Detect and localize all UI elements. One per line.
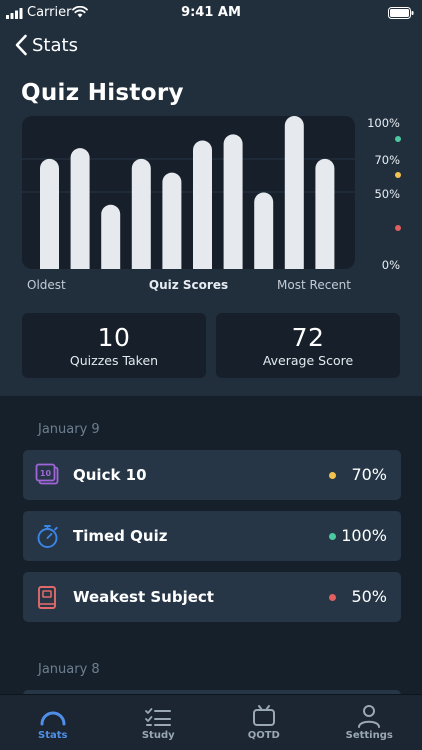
quick-10-icon: 10: [35, 463, 59, 485]
quiz-name: Weakest Subject: [73, 588, 214, 606]
chart-bar: [162, 172, 182, 269]
quiz-name: Timed Quiz: [73, 527, 168, 545]
chart-bar: [101, 204, 121, 269]
tab-label: Settings: [345, 730, 393, 741]
score-indicator-dot: [329, 533, 336, 540]
back-button[interactable]: Stats: [14, 33, 78, 57]
chart-y-axis: 100% 70% 50% 0%: [360, 113, 422, 273]
y-axis-label-50: 50%: [374, 187, 400, 201]
chevron-left-icon: [15, 34, 27, 56]
chart-bar: [70, 148, 90, 269]
tab-study[interactable]: Study: [106, 695, 212, 750]
quizzes-taken-card: 10 Quizzes Taken: [22, 313, 206, 378]
quizzes-taken-value: 10: [97, 323, 131, 352]
average-score-value: 72: [291, 323, 325, 352]
quiz-history-row[interactable]: Timed Quiz 100%: [23, 511, 401, 561]
mid-score-dot: [395, 172, 401, 178]
chart-bar: [284, 116, 304, 269]
quiz-history-row[interactable]: 10 Quick 10 70%: [23, 450, 401, 500]
quiz-scores-chart-plot: [22, 116, 355, 269]
quiz-name: Quick 10: [73, 466, 147, 484]
x-axis-label-most-recent: Most Recent: [277, 278, 351, 292]
stats-gauge-icon: [40, 711, 66, 726]
clock-time: 9:41 AM: [181, 5, 241, 20]
high-score-dot: [395, 136, 401, 142]
svg-text:10: 10: [40, 469, 52, 478]
y-axis-label-100: 100%: [367, 116, 400, 130]
tab-label: Stats: [38, 730, 68, 741]
quizzes-taken-label: Quizzes Taken: [69, 353, 159, 368]
battery-icon: [388, 7, 414, 19]
average-score-card: 72 Average Score: [216, 313, 400, 378]
y-axis-label-70: 70%: [374, 153, 400, 167]
tab-stats[interactable]: Stats: [0, 695, 106, 750]
tv-icon: [252, 705, 275, 726]
date-header: January 8: [38, 662, 100, 677]
status-bar: Carrier 9:41 AM: [0, 0, 422, 26]
chart-bar: [254, 192, 274, 269]
quiz-scores-chart: [22, 116, 355, 269]
score-indicator-dot: [329, 472, 336, 479]
chart-bar: [223, 134, 243, 269]
chart-bar: [40, 158, 59, 269]
chart-bar: [193, 140, 212, 269]
page-title: Quiz History: [21, 80, 184, 106]
chart-bar: [315, 158, 335, 269]
stopwatch-icon: [37, 525, 58, 548]
tab-label: QOTD: [247, 730, 280, 741]
checklist-icon: [145, 708, 172, 726]
chart-bar: [131, 158, 151, 269]
tab-settings[interactable]: Settings: [317, 695, 422, 750]
back-button-label: Stats: [32, 34, 78, 56]
tab-label: Study: [141, 730, 175, 741]
chart-x-axis-labels: Oldest Quiz Scores Most Recent: [22, 278, 355, 294]
book-icon: [38, 586, 56, 609]
y-axis-label-0: 0%: [381, 258, 400, 272]
quiz-history-row[interactable]: Weakest Subject 50%: [23, 572, 401, 622]
person-icon: [358, 705, 381, 728]
app-screen: Carrier 9:41 AM Stats Quiz History 100% …: [0, 0, 422, 750]
date-header: January 9: [38, 422, 100, 437]
tab-bar: Stats Study QOTD Settings: [0, 694, 422, 750]
stats-header-section: Carrier 9:41 AM Stats Quiz History 100% …: [0, 0, 422, 396]
quiz-score: 70%: [351, 465, 387, 484]
low-score-dot: [395, 225, 401, 231]
average-score-label: Average Score: [262, 353, 354, 368]
quiz-score: 50%: [351, 587, 387, 606]
score-indicator-dot: [329, 594, 336, 601]
quiz-score: 100%: [341, 526, 387, 545]
tab-qotd[interactable]: QOTD: [211, 695, 317, 750]
